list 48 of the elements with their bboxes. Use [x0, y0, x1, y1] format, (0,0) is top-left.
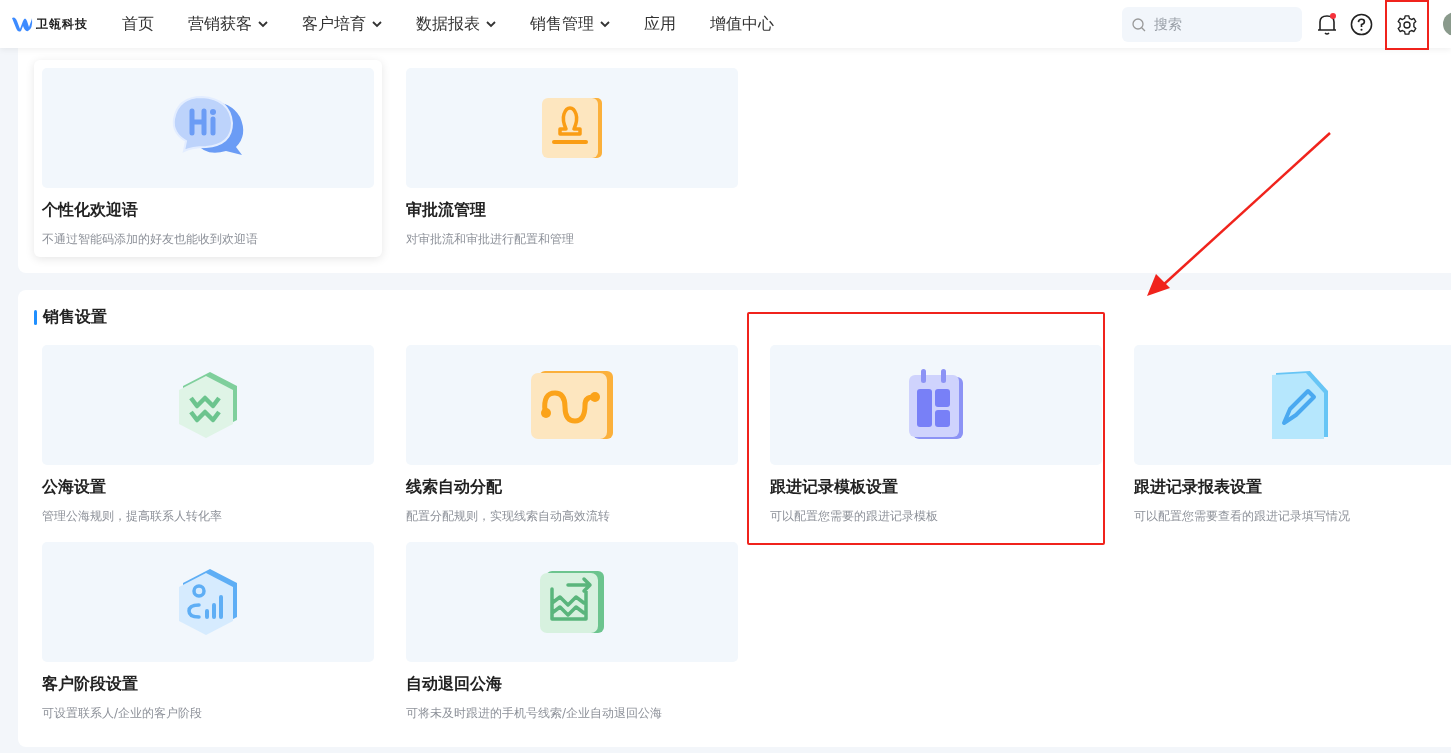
settings-card[interactable]: 公海设置 管理公海规则，提高联系人转化率	[34, 337, 382, 534]
card-description: 不通过智能码添加的好友也能收到欢迎语	[42, 231, 259, 248]
nav-menu-item[interactable]: 数据报表	[416, 13, 496, 35]
document-pencil-icon	[1270, 369, 1330, 441]
card-description: 管理公海规则，提高联系人转化率	[42, 508, 223, 525]
card-title: 跟进记录模板设置	[770, 477, 899, 498]
calendar-icon	[907, 369, 965, 441]
stamp-icon	[540, 96, 604, 160]
route-icon	[529, 369, 615, 441]
settings-card[interactable]: 跟进记录报表设置 可以配置您需要查看的跟进记录填写情况	[1126, 337, 1451, 534]
settings-button[interactable]	[1385, 0, 1429, 50]
card-title: 审批流管理	[406, 200, 487, 221]
logo-text: 卫瓴科技	[36, 15, 88, 33]
card-title: 公海设置	[42, 477, 107, 498]
nav-menu-item[interactable]: 客户培育	[302, 13, 382, 35]
card-description: 可将未及时跟进的手机号线索/企业自动退回公海	[406, 705, 664, 722]
card-title: 自动退回公海	[406, 674, 503, 695]
settings-card[interactable]: 个性化欢迎语 不通过智能码添加的好友也能收到欢迎语	[34, 60, 382, 257]
notification-bell-icon[interactable]	[1316, 12, 1338, 36]
title-accent-bar	[34, 309, 37, 325]
search-icon	[1132, 17, 1146, 32]
card-description: 对审批流和审批进行配置和管理	[406, 231, 575, 248]
settings-card[interactable]: 客户阶段设置 可设置联系人/企业的客户阶段	[34, 534, 382, 731]
nav-menu-item[interactable]: 应用	[644, 13, 676, 35]
search-field[interactable]: 搜索	[1122, 6, 1302, 42]
help-icon[interactable]	[1350, 12, 1373, 36]
card-title: 客户阶段设置	[42, 674, 139, 695]
logo-icon	[11, 15, 33, 33]
card-description: 可设置联系人/企业的客户阶段	[42, 705, 204, 722]
nav-menu-item[interactable]: 首页	[122, 13, 154, 35]
nav-menu-item[interactable]: 销售管理	[530, 13, 610, 35]
settings-card[interactable]: 审批流管理 对审批流和审批进行配置和管理	[398, 60, 746, 257]
settings-card[interactable]: 线索自动分配 配置分配规则，实现线索自动高效流转	[398, 337, 746, 534]
chart-arrow-icon	[538, 569, 606, 635]
settings-card[interactable]: 跟进记录模板设置 可以配置您需要的跟进记录模板	[762, 337, 1110, 534]
card-description: 配置分配规则，实现线索自动高效流转	[406, 508, 611, 525]
hexagon-person-chart-icon	[177, 567, 239, 637]
card-title: 线索自动分配	[406, 477, 503, 498]
card-description: 可以配置您需要查看的跟进记录填写情况	[1134, 508, 1351, 525]
card-title: 跟进记录报表设置	[1134, 477, 1263, 498]
hexagon-wave-icon	[177, 370, 239, 440]
card-description: 可以配置您需要的跟进记录模板	[770, 508, 939, 525]
section-title: 销售设置	[43, 306, 107, 328]
settings-icon	[1396, 14, 1418, 36]
settings-card[interactable]: 自动退回公海 可将未及时跟进的手机号线索/企业自动退回公海	[398, 534, 746, 731]
nav-menu-item[interactable]: 增值中心	[710, 13, 774, 35]
card-title: 个性化欢迎语	[42, 200, 139, 221]
nav-menu-item[interactable]: 营销获客	[188, 13, 268, 35]
